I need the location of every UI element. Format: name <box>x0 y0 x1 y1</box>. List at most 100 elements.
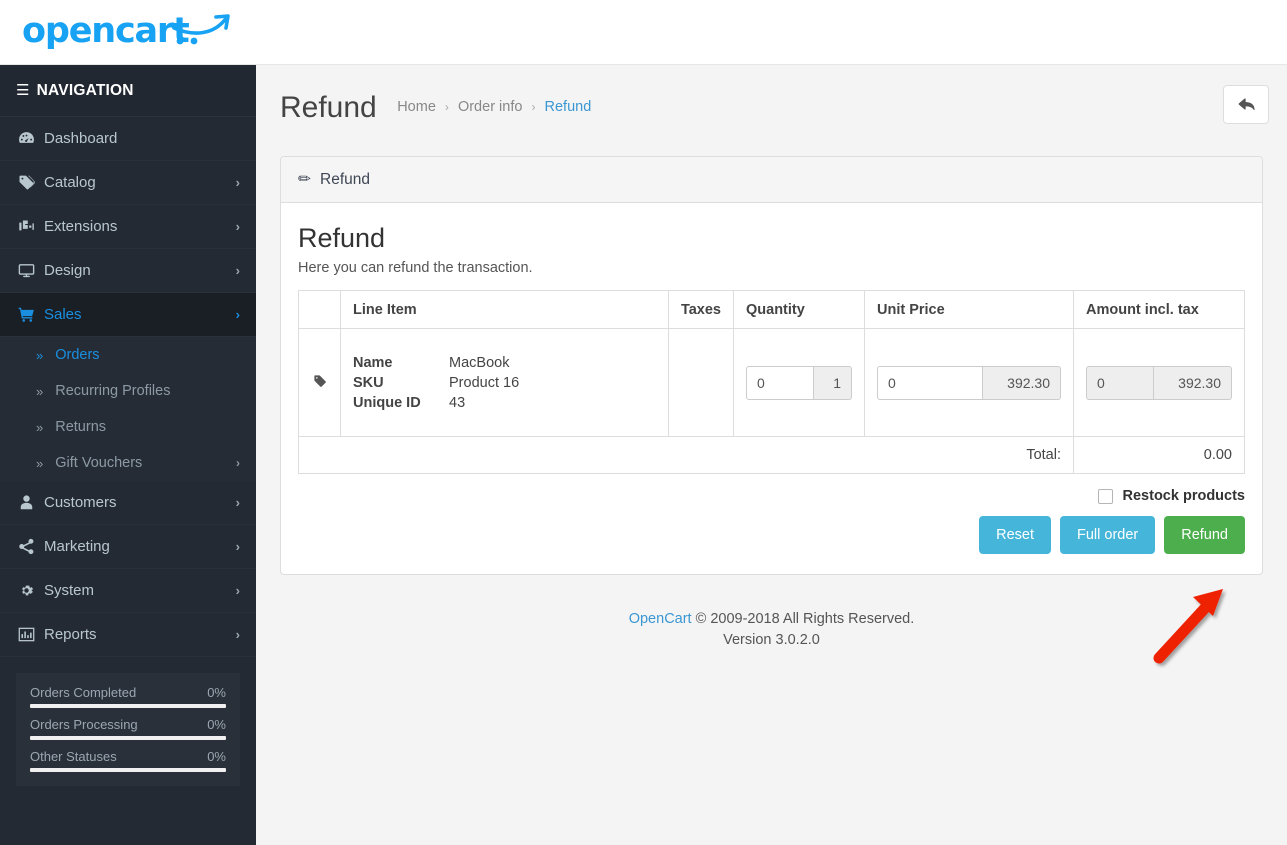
sidebar-subitem-label: Returns <box>55 419 107 435</box>
sidebar-item-label: Sales <box>44 306 82 323</box>
column-header-taxes: Taxes <box>667 290 735 329</box>
footer: OpenCart © 2009-2018 All Rights Reserved… <box>256 609 1287 651</box>
order-stats-box: Orders Completed 0% Orders Processing 0%… <box>16 673 240 786</box>
navigation-header-label: NAVIGATION <box>36 82 134 99</box>
sidebar-item-label: Extensions <box>44 218 118 235</box>
refund-heading: Refund <box>298 223 386 253</box>
stat-label: Orders Processing <box>30 717 138 732</box>
sidebar-item-label: Reports <box>44 626 97 643</box>
stat-orders-processing: Orders Processing 0% <box>30 717 226 740</box>
reset-button[interactable]: Reset <box>979 516 1051 554</box>
restock-label: Restock products <box>1122 488 1245 504</box>
tag-icon <box>313 374 327 391</box>
main-content: Refund Home › Order info › Refund ✏ Refun… <box>256 65 1287 845</box>
breadcrumb-refund[interactable]: Refund <box>545 99 592 115</box>
chevron-right-icon: › <box>235 627 240 642</box>
unit-price-input-group[interactable]: 392.30 <box>877 365 1061 400</box>
opencart-logo[interactable]: opencart <box>22 11 190 51</box>
panel-body: Refund Here you can refund the transacti… <box>281 203 1262 574</box>
refund-table: Line Item Taxes Quantity Unit Price Amou… <box>298 290 1245 474</box>
navigation-header[interactable]: ☰ NAVIGATION <box>0 65 256 117</box>
double-chevron-icon: » <box>36 455 44 471</box>
full-order-button[interactable]: Full order <box>1059 516 1156 554</box>
chevron-right-icon: › <box>235 175 240 190</box>
footer-copyright-line: OpenCart © 2009-2018 All Rights Reserved… <box>256 609 1287 630</box>
amount-addon: 392.30 <box>1154 365 1232 400</box>
sidebar-item-sales[interactable]: Sales › <box>0 293 256 337</box>
sidebar-item-label: Customers <box>44 494 117 511</box>
sidebar-item-system[interactable]: System › <box>0 569 256 613</box>
monitor-icon <box>18 262 44 279</box>
chevron-right-icon: › <box>235 539 240 554</box>
sidebar-item-orders[interactable]: » Orders <box>0 337 256 373</box>
field-value: Product 16 <box>449 374 520 391</box>
product-details: Name MacBook SKU Product 16 Unique ID 43 <box>353 353 656 413</box>
sidebar-item-design[interactable]: Design › <box>0 249 256 293</box>
breadcrumb: Home › Order info › Refund <box>397 99 591 115</box>
total-label: Total: <box>298 436 1074 474</box>
chevron-right-icon: › <box>236 456 240 470</box>
stat-percent: 0% <box>207 685 226 700</box>
sidebar-item-marketing[interactable]: Marketing › <box>0 525 256 569</box>
quantity-input-group[interactable]: 1 <box>746 365 852 400</box>
stat-orders-completed: Orders Completed 0% <box>30 685 226 708</box>
sidebar-item-extensions[interactable]: Extensions › <box>0 205 256 249</box>
restock-row: Restock products <box>298 488 1245 504</box>
sidebar: ☰ NAVIGATION Dashboard Catalog › Extensio… <box>0 65 256 845</box>
cart-logo-icon <box>172 14 230 45</box>
sidebar-item-returns[interactable]: » Returns <box>0 409 256 445</box>
chevron-right-icon: › <box>235 583 240 598</box>
refund-panel: ✏ Refund Refund Here you can refund the t… <box>280 156 1263 575</box>
footer-version: Version 3.0.2.0 <box>723 632 820 648</box>
hamburger-icon[interactable]: ☰ <box>16 82 30 99</box>
breadcrumb-order-info[interactable]: Order info <box>458 99 522 115</box>
table-head: Line Item Taxes Quantity Unit Price Amou… <box>298 290 1245 329</box>
panel-header-title: Refund <box>320 171 370 188</box>
quantity-input[interactable] <box>746 365 814 400</box>
table-total-row: Total: 0.00 <box>298 436 1245 474</box>
cart-icon <box>18 306 44 323</box>
unit-price-addon: 392.30 <box>983 365 1061 400</box>
footer-copyright: © 2009-2018 All Rights Reserved. <box>691 611 915 627</box>
back-button[interactable] <box>1223 85 1269 124</box>
page-header: Refund Home › Order info › Refund <box>256 65 1287 145</box>
progress-bar <box>30 768 226 772</box>
opencart-link[interactable]: OpenCart <box>629 611 692 627</box>
puzzle-icon <box>18 218 44 235</box>
stat-percent: 0% <box>207 749 226 764</box>
amount-input <box>1086 365 1154 400</box>
column-header-quantity: Quantity <box>733 290 865 329</box>
sidebar-item-label: Dashboard <box>44 130 118 147</box>
column-header-amount: Amount incl. tax <box>1073 290 1245 329</box>
amount-cell: 392.30 <box>1073 328 1245 437</box>
sidebar-item-label: System <box>44 582 95 599</box>
stat-other-statuses: Other Statuses 0% <box>30 749 226 772</box>
page-title: Refund <box>280 91 377 124</box>
sidebar-item-gift-vouchers[interactable]: » Gift Vouchers › <box>0 445 256 481</box>
dashboard-icon <box>18 130 44 147</box>
stat-label: Other Statuses <box>30 749 117 764</box>
column-header-icon <box>298 290 341 329</box>
restock-checkbox[interactable] <box>1097 488 1113 504</box>
column-header-line-item: Line Item <box>340 290 669 329</box>
sidebar-item-recurring-profiles[interactable]: » Recurring Profiles <box>0 373 256 409</box>
panel-header: ✏ Refund <box>281 157 1262 203</box>
chevron-right-icon: › <box>235 307 240 322</box>
quantity-cell: 1 <box>733 328 865 437</box>
breadcrumb-home[interactable]: Home <box>397 99 436 115</box>
sidebar-item-catalog[interactable]: Catalog › <box>0 161 256 205</box>
pencil-icon: ✏ <box>298 171 311 188</box>
back-arrow-icon <box>1238 98 1255 111</box>
column-header-unit-price: Unit Price <box>864 290 1074 329</box>
sidebar-item-customers[interactable]: Customers › <box>0 481 256 525</box>
sidebar-item-dashboard[interactable]: Dashboard <box>0 117 256 161</box>
table-body: Name MacBook SKU Product 16 Unique ID 43 <box>298 328 1245 474</box>
refund-button[interactable]: Refund <box>1164 516 1245 554</box>
tag-icon <box>18 174 44 191</box>
sidebar-item-reports[interactable]: Reports › <box>0 613 256 657</box>
double-chevron-icon: » <box>36 419 44 435</box>
chevron-right-icon: › <box>235 219 240 234</box>
double-chevron-icon: » <box>36 347 44 363</box>
unit-price-input[interactable] <box>877 365 983 400</box>
line-item-cell: Name MacBook SKU Product 16 Unique ID 43 <box>340 328 669 437</box>
